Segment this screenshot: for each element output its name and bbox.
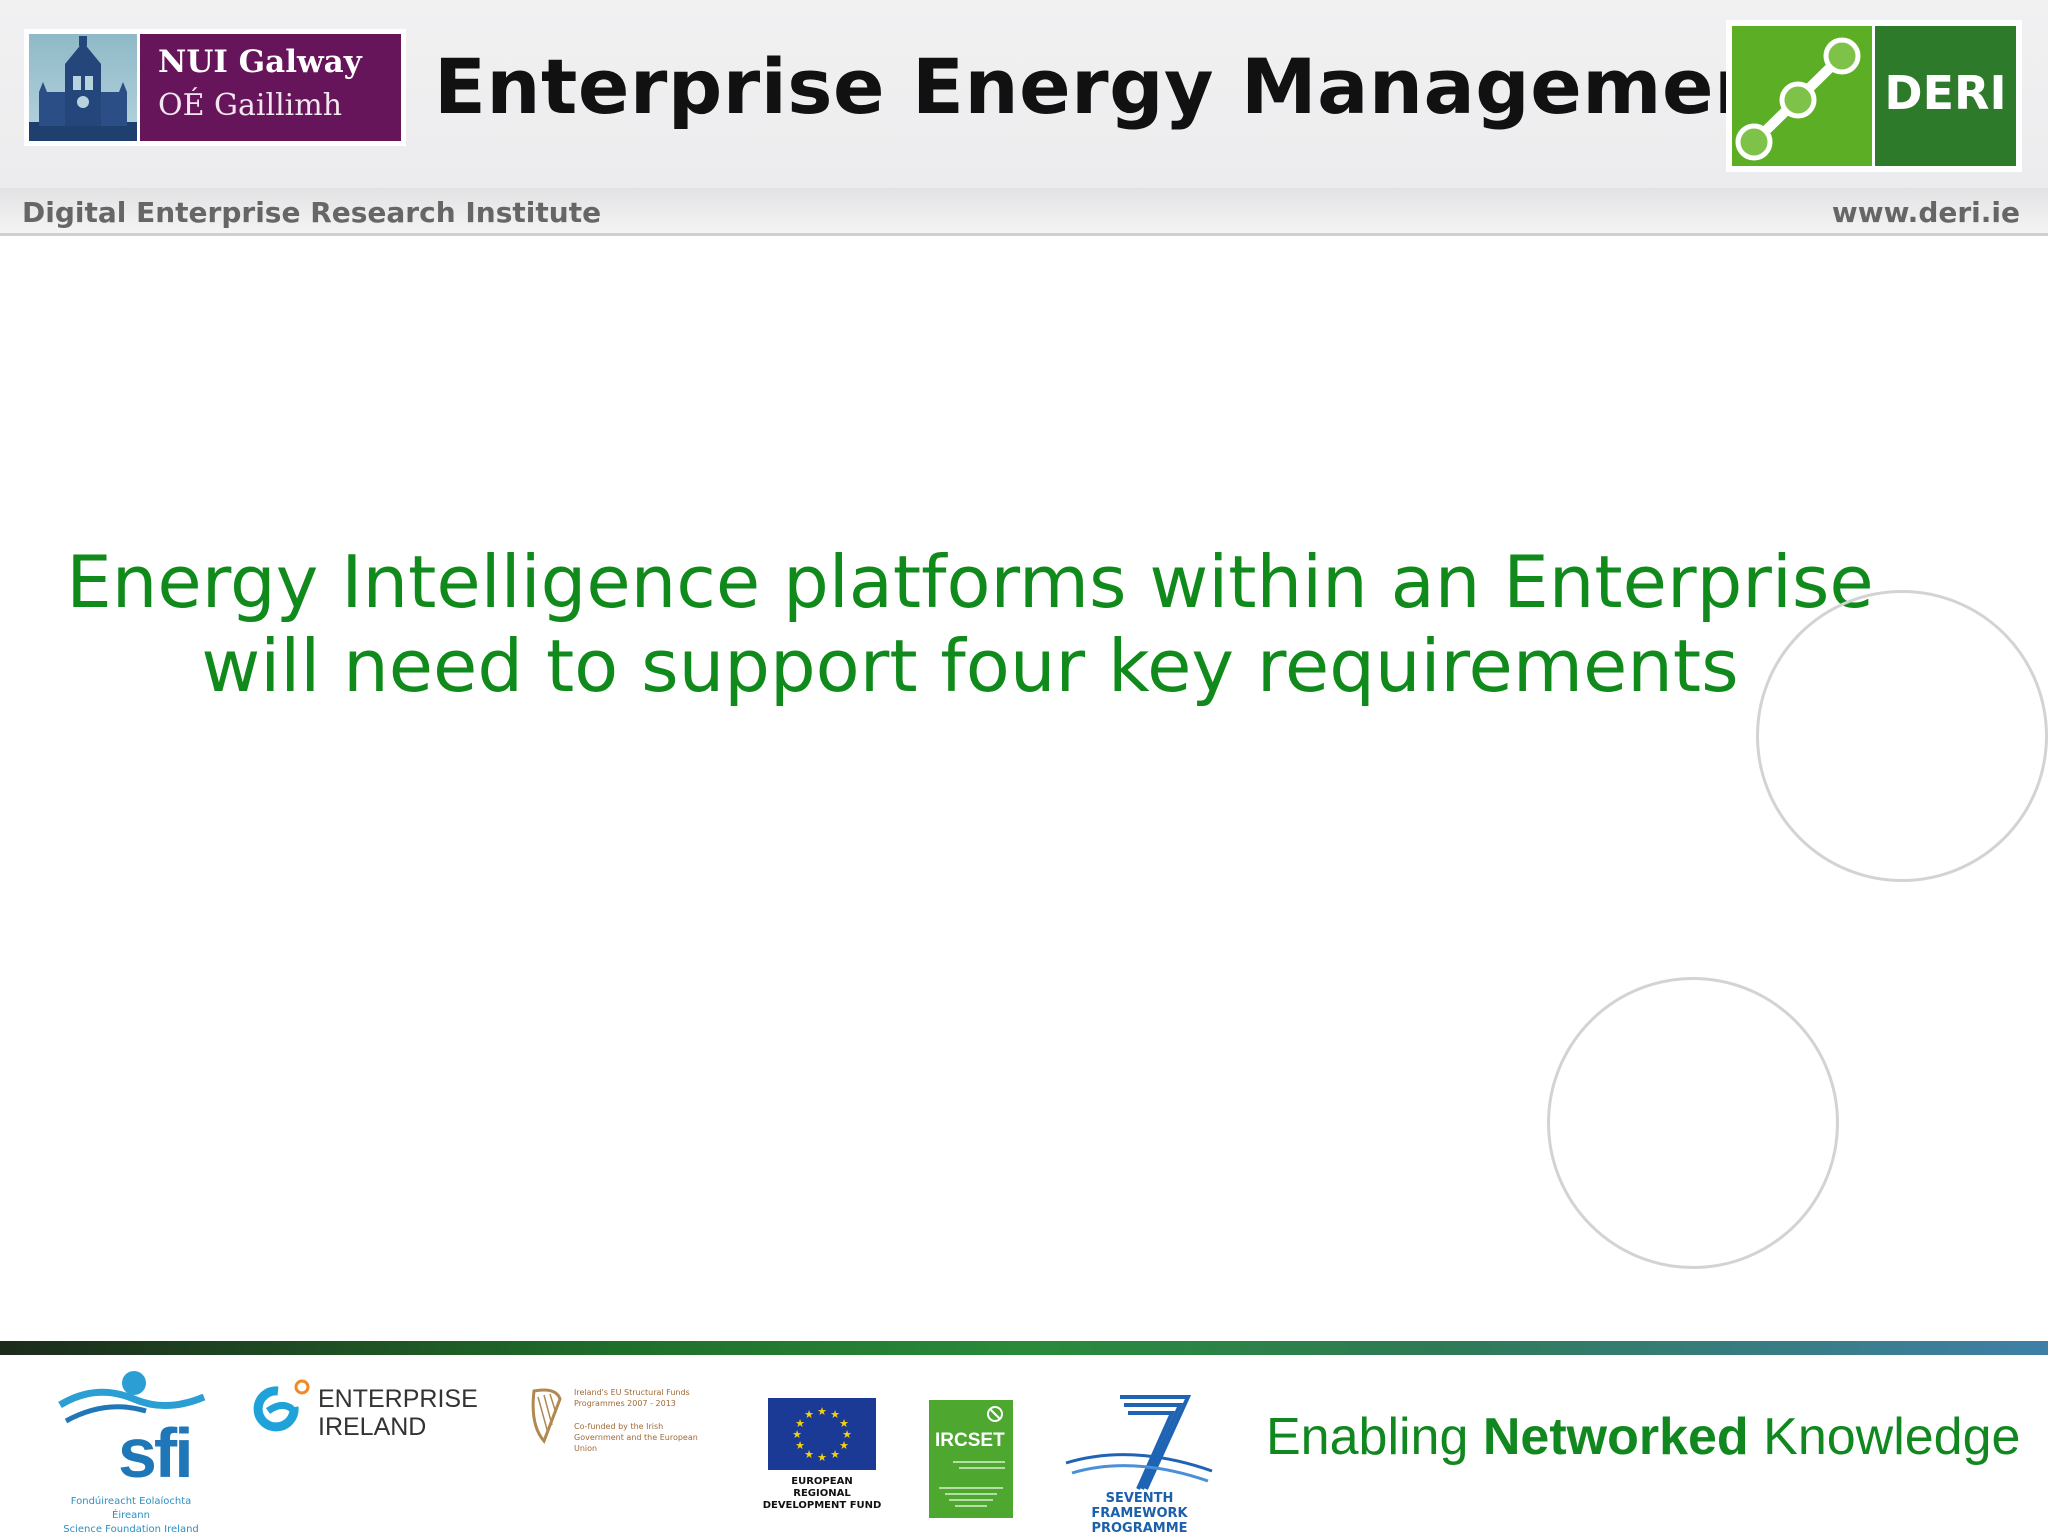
deri-logo: DERI bbox=[1726, 20, 2022, 172]
deri-text: DERI bbox=[1884, 66, 2007, 120]
erdf-logo: ★ ★ ★ ★ ★ ★ ★ ★ ★ ★ ★ ★ EUROPEAN REGIONA… bbox=[763, 1398, 881, 1511]
nui-wordmark: NUI Galway OÉ Gaillimh bbox=[140, 34, 401, 141]
decorative-circle-lower bbox=[1547, 977, 1839, 1269]
svg-text:★: ★ bbox=[830, 1448, 840, 1461]
fp7-logo: SEVENTH FRAMEWORK PROGRAMME bbox=[1062, 1393, 1217, 1536]
erdf-caption-line1: EUROPEAN REGIONAL bbox=[791, 1476, 853, 1499]
structural-funds-title: Ireland's EU Structural Funds Programmes… bbox=[574, 1388, 690, 1408]
ircset-name: IRCSET bbox=[935, 1430, 1005, 1451]
sfi-caption-irish: Fondúireacht Eolaíochta Éireann bbox=[70, 1496, 192, 1521]
slide-footer: sfi Fondúireacht Eolaíochta Éireann Scie… bbox=[0, 1355, 2048, 1536]
sfi-letters: sfi bbox=[118, 1414, 194, 1492]
tagline-part1: Enabling bbox=[1266, 1408, 1483, 1466]
svg-text:★: ★ bbox=[817, 1451, 827, 1464]
nui-galway-logo: NUI Galway OÉ Gaillimh bbox=[24, 29, 406, 146]
network-icon bbox=[1732, 26, 1872, 166]
fp7-caption-line1: SEVENTH FRAMEWORK bbox=[1091, 1491, 1188, 1521]
nui-line2: OÉ Gaillimh bbox=[158, 88, 343, 123]
decorative-circle-upper bbox=[1756, 590, 2048, 882]
sfi-caption-english: Science Foundation Ireland bbox=[63, 1524, 199, 1535]
svg-text:★: ★ bbox=[817, 1405, 827, 1418]
subheader-bar: Digital Enterprise Research Institute ww… bbox=[0, 188, 2048, 236]
svg-text:★: ★ bbox=[804, 1408, 814, 1421]
fp7-caption: SEVENTH FRAMEWORK PROGRAMME bbox=[1062, 1491, 1217, 1536]
ircset-fine-print-icon bbox=[939, 1461, 1005, 1507]
website-url: www.deri.ie bbox=[1831, 196, 2020, 229]
harp-icon bbox=[531, 1388, 562, 1444]
fp7-seven-icon bbox=[1065, 1395, 1213, 1490]
sfi-caption: Fondúireacht Eolaíochta Éireann Science … bbox=[56, 1495, 206, 1536]
slide-header: NUI Galway OÉ Gaillimh Enterprise Energy… bbox=[0, 0, 2048, 188]
page-title: Enterprise Energy Management bbox=[434, 42, 1806, 131]
tagline-part2: Knowledge bbox=[1748, 1408, 2021, 1466]
erdf-caption: EUROPEAN REGIONAL DEVELOPMENT FUND bbox=[762, 1476, 882, 1512]
erdf-caption-line2: DEVELOPMENT FUND bbox=[762, 1500, 882, 1511]
tower-icon bbox=[29, 34, 137, 141]
ircset-logo: IRCSET bbox=[929, 1400, 1013, 1518]
tagline-bold: Networked bbox=[1482, 1408, 1749, 1466]
eu-flag-icon: ★ ★ ★ ★ ★ ★ ★ ★ ★ ★ ★ ★ bbox=[768, 1398, 876, 1470]
footer-tagline: Enabling Networked Knowledge bbox=[1266, 1407, 2020, 1467]
enterprise-ireland-logo: ENTERPRISE IRELAND bbox=[248, 1377, 478, 1447]
nui-line1: NUI Galway bbox=[158, 44, 362, 80]
ircset-emblem-icon bbox=[987, 1406, 1003, 1422]
structural-funds-logo: Ireland's EU Structural Funds Programmes… bbox=[526, 1385, 716, 1455]
sfi-logo: sfi Fondúireacht Eolaíochta Éireann Scie… bbox=[56, 1365, 206, 1535]
svg-text:★: ★ bbox=[804, 1448, 814, 1461]
main-statement: Energy Intelligence platforms within an … bbox=[66, 540, 1874, 708]
deri-wordmark: DERI bbox=[1875, 26, 2016, 166]
enterprise-ireland-swirl-icon bbox=[253, 1379, 310, 1432]
fp7-caption-line2: PROGRAMME bbox=[1091, 1521, 1188, 1536]
svg-text:★: ★ bbox=[839, 1439, 849, 1452]
footer-divider-band bbox=[0, 1341, 2048, 1355]
structural-funds-cofunding: Co-funded by the Irish Government and th… bbox=[574, 1422, 698, 1453]
institute-name: Digital Enterprise Research Institute bbox=[22, 196, 602, 229]
enterprise-ireland-text: ENTERPRISE IRELAND bbox=[318, 1385, 478, 1441]
